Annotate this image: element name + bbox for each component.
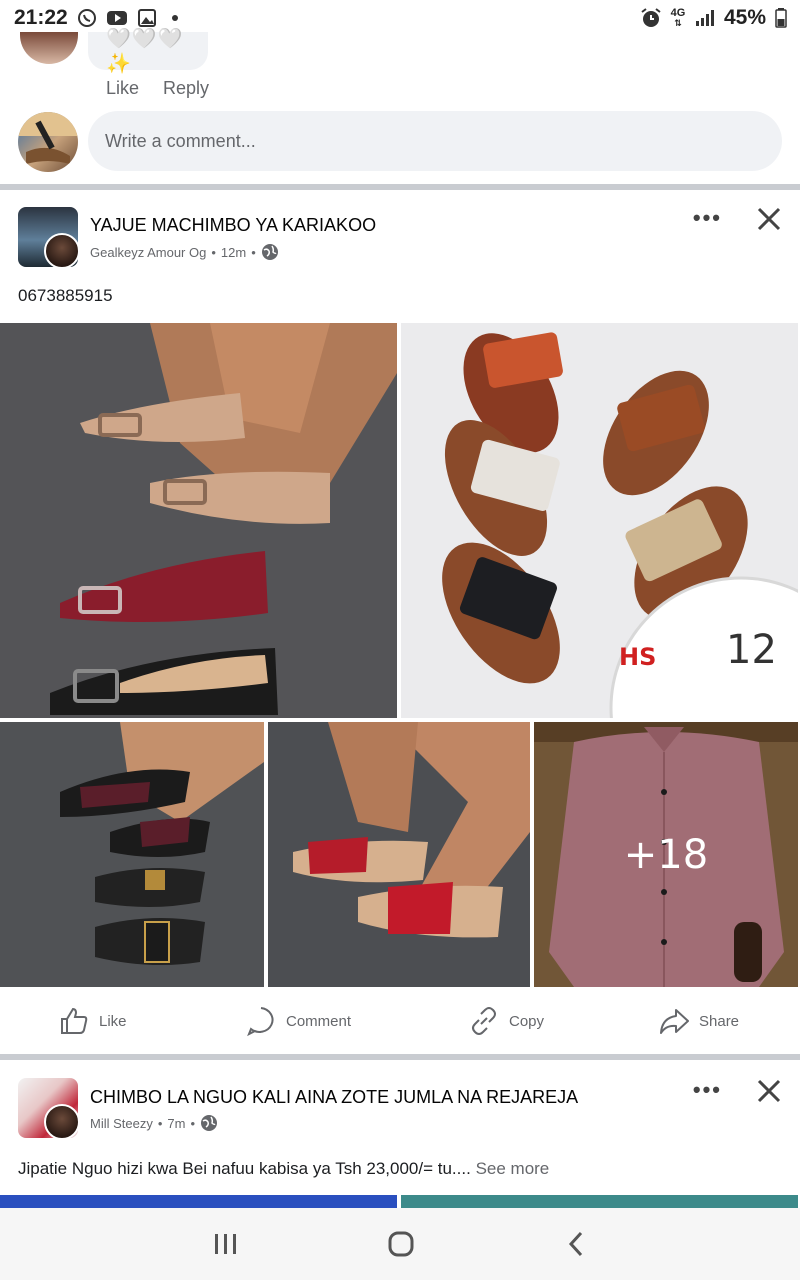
post-photo[interactable] (401, 1195, 798, 1208)
comment-bubble: 🤍🤍🤍✨ (88, 28, 208, 75)
post-time[interactable]: 7m (167, 1116, 185, 1131)
post-text: 0673885915 (18, 286, 113, 305)
group-avatar[interactable] (18, 1078, 78, 1138)
comment-input[interactable]: Write a comment... (88, 111, 782, 171)
comment-icon (247, 1007, 274, 1037)
feed-post: YAJUE MACHIMBO YA KARIAKOO Gealkeyz Amou… (0, 190, 800, 1050)
post-photo-more[interactable]: +18 (534, 722, 798, 987)
recent-apps-icon (215, 1234, 236, 1254)
author-avatar[interactable] (44, 1104, 78, 1138)
thumbs-up-icon (61, 1007, 88, 1034)
photo-watermark: HS (619, 643, 656, 671)
post-photo[interactable] (0, 1195, 397, 1208)
post-photo[interactable] (0, 323, 397, 718)
like-label: Like (99, 1012, 127, 1030)
link-icon (472, 1007, 496, 1035)
post-photo[interactable] (268, 722, 530, 987)
close-icon[interactable] (754, 204, 784, 234)
comment-like-button[interactable]: Like (106, 78, 139, 99)
previous-comment: 🤍🤍🤍✨ Like Reply Write a comment... (0, 28, 800, 184)
battery-level: 45% (723, 6, 766, 29)
feed-post: CHIMBO LA NGUO KALI AINA ZOTE JUMLA NA R… (0, 1060, 800, 1208)
commenter-avatar[interactable] (20, 32, 78, 64)
post-text: Jipatie Nguo hizi kwa Bei nafuu kabisa y… (18, 1159, 549, 1179)
like-button[interactable]: Like (58, 1005, 127, 1037)
clock-number: 12 (726, 627, 777, 673)
signal-icon (694, 7, 716, 29)
notification-dot (171, 15, 178, 21)
copy-button[interactable]: Copy (468, 1005, 544, 1037)
home-button[interactable] (381, 1228, 421, 1260)
share-icon (660, 1009, 689, 1034)
author-name[interactable]: Gealkeyz Amour Og (90, 245, 206, 260)
see-more-link[interactable]: See more (476, 1159, 550, 1178)
user-avatar (18, 112, 78, 172)
post-time[interactable]: 12m (221, 245, 246, 260)
share-label: Share (699, 1012, 740, 1030)
close-icon[interactable] (754, 1076, 784, 1106)
back-button[interactable] (556, 1228, 596, 1260)
comment-label: Comment (286, 1012, 352, 1030)
group-name[interactable]: CHIMBO LA NGUO KALI AINA ZOTE JUMLA NA R… (90, 1087, 578, 1108)
copy-label: Copy (509, 1012, 545, 1030)
whatsapp-icon (76, 7, 98, 29)
comment-button[interactable]: Comment (245, 1005, 351, 1037)
back-icon (568, 1231, 583, 1257)
network-label: 4G (670, 7, 686, 19)
globe-icon (261, 244, 278, 260)
group-avatar[interactable] (18, 207, 78, 267)
home-icon (388, 1231, 414, 1257)
post-photo[interactable] (0, 722, 264, 987)
post-meta: Mill Steezy • 7m • (90, 1114, 218, 1132)
post-action-bar: Like Comment Copy Share (0, 989, 800, 1055)
post-photo[interactable]: 12 HS (401, 323, 798, 718)
more-options-button[interactable]: ••• (693, 205, 722, 231)
post-text-body: Jipatie Nguo hizi kwa Bei nafuu kabisa y… (18, 1159, 471, 1178)
system-navigation-bar (0, 1208, 800, 1280)
clock: 21:22 (14, 6, 68, 29)
post-meta: Gealkeyz Amour Og • 12m • (90, 243, 279, 261)
alarm-icon (640, 7, 662, 29)
group-name[interactable]: YAJUE MACHIMBO YA KARIAKOO (90, 215, 376, 236)
more-options-button[interactable]: ••• (693, 1077, 722, 1103)
author-name[interactable]: Mill Steezy (90, 1116, 153, 1131)
globe-icon (201, 1115, 218, 1131)
network-4g-icon: 4G ⇅ (670, 7, 686, 29)
author-avatar[interactable] (44, 233, 78, 267)
more-photos-count: +18 (534, 722, 798, 987)
recent-apps-button[interactable] (206, 1228, 246, 1260)
share-button[interactable]: Share (658, 1005, 739, 1037)
battery-icon (774, 7, 788, 29)
comment-reply-button[interactable]: Reply (163, 78, 209, 99)
